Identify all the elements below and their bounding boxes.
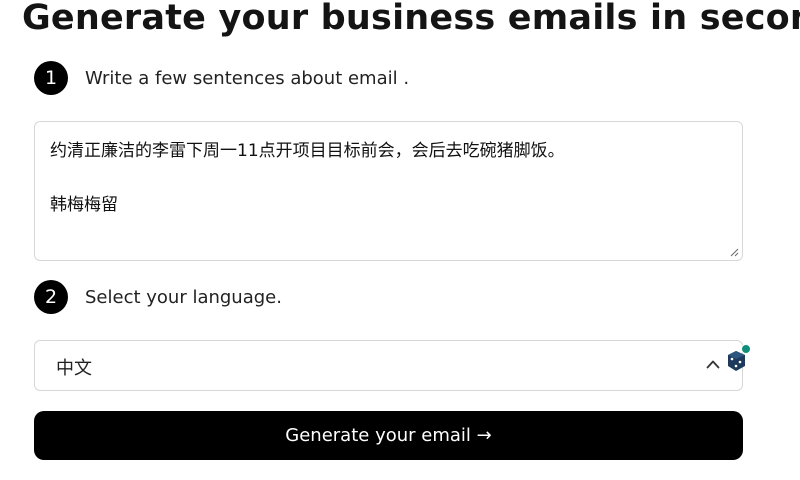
- step-2: 2 Select your language.: [34, 280, 282, 314]
- step-1-label: Write a few sentences about email .: [85, 67, 410, 89]
- message-line-2: [50, 165, 727, 192]
- dice-extension-icon[interactable]: [726, 344, 752, 374]
- step-2-label: Select your language.: [85, 286, 282, 308]
- generate-email-button[interactable]: Generate your email →: [34, 411, 743, 460]
- email-description-textarea[interactable]: 约清正廉洁的李雷下周一11点开项目目标前会，会后去吃碗猪脚饭。 韩梅梅留: [34, 121, 743, 261]
- email-generator-page: Generate your business emails in seconds…: [0, 0, 800, 480]
- step-2-badge: 2: [34, 280, 68, 314]
- message-line-3: 韩梅梅留: [50, 195, 118, 215]
- step-1: 1 Write a few sentences about email .: [34, 61, 409, 95]
- language-select[interactable]: 中文: [34, 340, 743, 391]
- resize-handle-icon[interactable]: [729, 247, 739, 257]
- chevron-up-icon[interactable]: [706, 359, 720, 369]
- language-selected-value: 中文: [56, 358, 92, 379]
- step-1-badge: 1: [34, 61, 68, 95]
- message-line-1: 约清正廉洁的李雷下周一11点开项目目标前会，会后去吃碗猪脚饭。: [50, 141, 565, 161]
- page-title: Generate your business emails in seconds: [22, 0, 800, 38]
